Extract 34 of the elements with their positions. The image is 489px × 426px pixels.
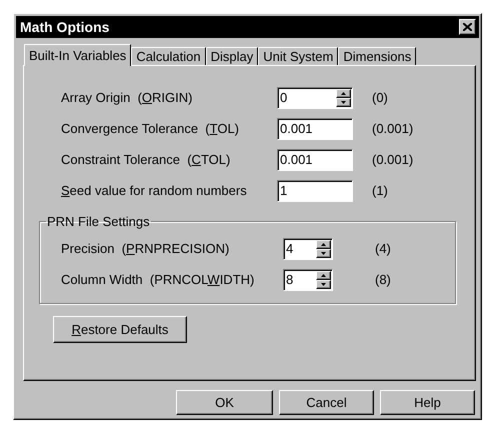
dialog-button[interactable]: Help xyxy=(380,390,475,415)
default-value: (0) xyxy=(372,90,389,105)
setting-label: Seed value for random numbers xyxy=(61,183,248,198)
spin-buttons-icon[interactable] xyxy=(316,270,331,288)
spin-field[interactable]: 8 xyxy=(283,268,333,290)
tab[interactable]: Display xyxy=(206,47,258,65)
default-value: (0.001) xyxy=(372,121,414,136)
window-title: Math Options xyxy=(20,19,110,35)
input-field[interactable]: 0.001 xyxy=(277,118,353,140)
input-field[interactable]: 0.001 xyxy=(277,148,353,170)
tab[interactable]: Calculation xyxy=(131,47,206,65)
restore-defaults-button[interactable]: Restore Defaults xyxy=(53,316,187,343)
input-field[interactable]: 1 xyxy=(277,180,353,202)
setting-label: Convergence Tolerance (TOL) xyxy=(61,121,240,136)
default-value: (8) xyxy=(375,272,392,287)
default-value: (4) xyxy=(375,241,392,256)
setting-label: Array Origin (ORIGIN) xyxy=(61,90,194,105)
setting-label: Constraint Tolerance (CTOL) xyxy=(61,152,232,167)
spin-buttons-icon[interactable] xyxy=(316,240,331,258)
default-value: (0.001) xyxy=(372,152,414,167)
tab[interactable]: Dimensions xyxy=(338,47,416,65)
default-value: (1) xyxy=(372,183,389,198)
setting-label: Precision (PRNPRECISION) xyxy=(61,241,230,256)
dialog-button[interactable]: OK xyxy=(176,390,273,415)
dialog-button[interactable]: Cancel xyxy=(279,390,374,415)
tab[interactable]: Unit System xyxy=(258,47,338,65)
spin-field[interactable]: 4 xyxy=(283,238,333,260)
spin-field[interactable]: 0 xyxy=(277,86,353,108)
group-title: PRN File Settings xyxy=(46,214,151,229)
close-button[interactable] xyxy=(459,19,476,35)
tab[interactable]: Built-In Variables xyxy=(24,44,132,66)
close-icon xyxy=(463,23,472,31)
spin-buttons-icon[interactable] xyxy=(336,88,351,106)
setting-label: Column Width (PRNCOLWIDTH) xyxy=(61,272,256,287)
